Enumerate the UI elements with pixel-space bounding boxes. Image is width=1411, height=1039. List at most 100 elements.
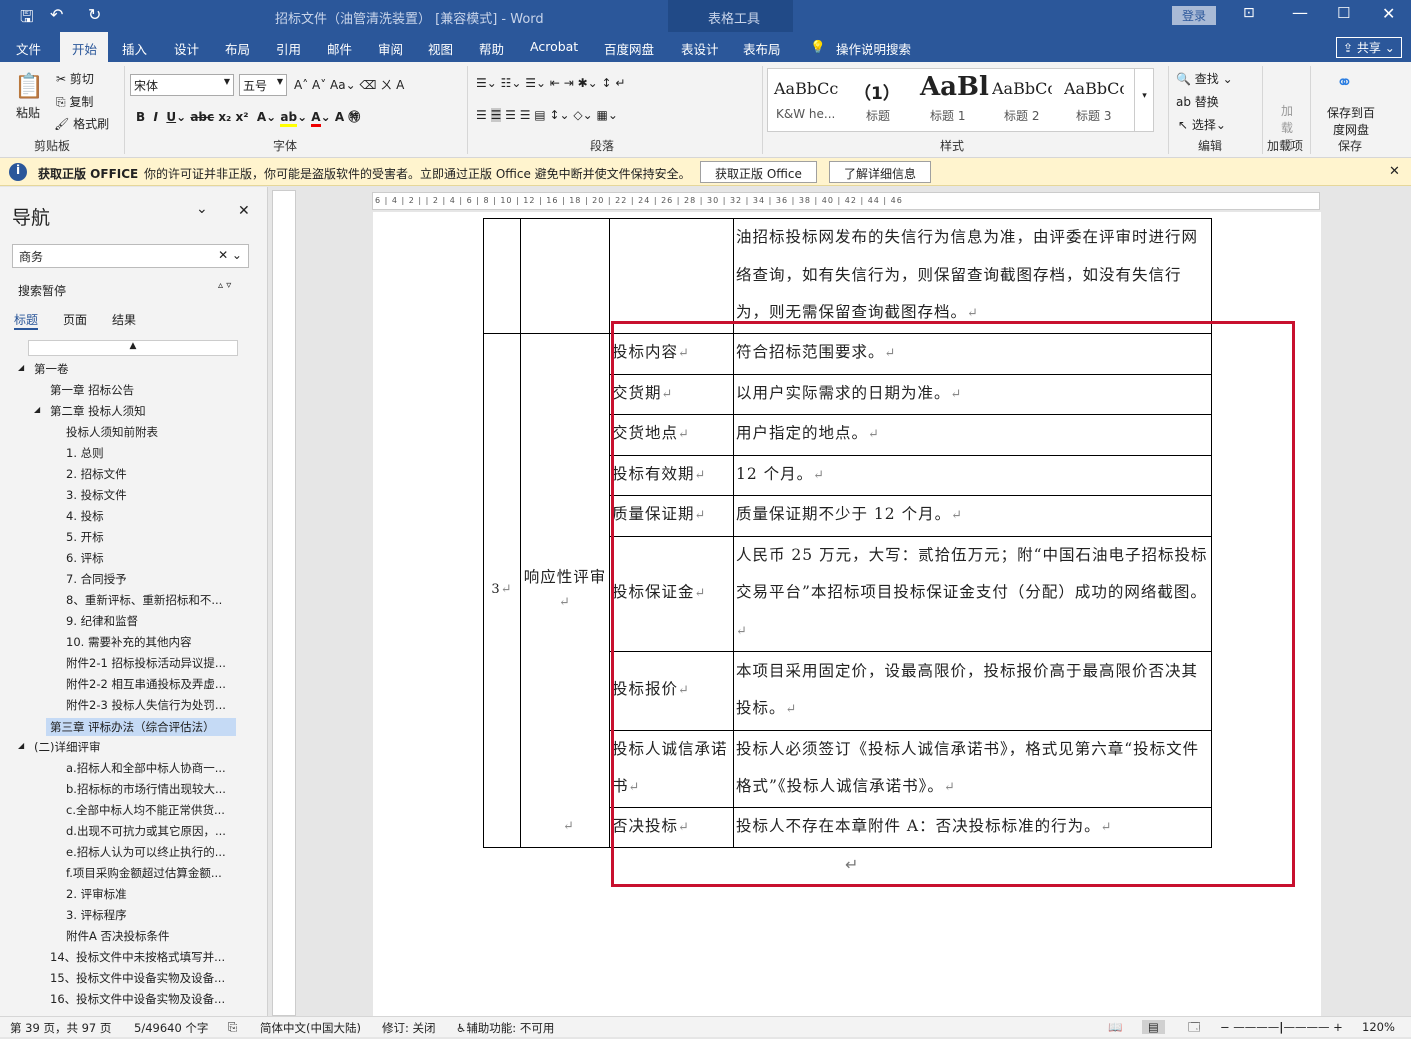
accessibility[interactable]: ♿辅助功能: 不可用 (456, 1020, 554, 1036)
styles-more-button[interactable]: ▾ (1134, 69, 1154, 131)
maximize-button[interactable]: ☐ (1337, 4, 1350, 22)
result-nav-arrows[interactable]: ▵ ▿ (218, 280, 231, 291)
share-button[interactable]: ⇪ 共享 ⌄ (1336, 37, 1402, 58)
undo-icon[interactable]: ↶ (50, 5, 63, 24)
expand-icon[interactable]: ◢ (18, 363, 24, 372)
nav-heading-item[interactable]: 8、重新评标、重新招标和不... (66, 592, 222, 608)
nav-heading-item[interactable]: 9. 纪律和监督 (66, 613, 138, 629)
style-preview[interactable]: AaBl (920, 72, 989, 102)
nav-heading-item[interactable]: 15、投标文件中设备实物及设备... (50, 970, 225, 986)
nav-heading-item[interactable]: 7. 合同授予 (66, 571, 127, 587)
signin-button[interactable]: 登录 (1172, 6, 1217, 25)
close-button[interactable]: ✕ (1382, 4, 1395, 23)
index-cell[interactable]: 3↵ (483, 332, 521, 848)
read-mode-icon[interactable]: 📖 (1108, 1020, 1122, 1034)
nav-heading-item[interactable]: 2. 招标文件 (66, 466, 127, 482)
save-to-baidu-button[interactable]: 保存到百度网盘 (1324, 104, 1378, 138)
horizontal-ruler[interactable]: 6 | 4 | 2 | | 2 | 4 | 6 | 8 | 10 | 12 | … (372, 192, 1320, 210)
print-layout-icon[interactable]: ▤ (1142, 1020, 1165, 1034)
nav-heading-item[interactable]: d.出现不可抗力或其它原因，... (66, 823, 226, 839)
nav-heading-item[interactable]: e.招标人认为可以终止执行的... (66, 844, 226, 860)
format-painter-button[interactable]: 🖌 格式刷 (54, 115, 109, 132)
chevron-down-icon[interactable]: ⌄ (196, 201, 208, 217)
nav-heading-item[interactable]: b.招标标的市场行情出现较大... (66, 781, 226, 797)
style-preview[interactable]: AaBbCc (992, 79, 1052, 98)
nav-heading-item[interactable]: 2. 评审标准 (66, 886, 127, 902)
page-count[interactable]: 第 39 页，共 97 页 (10, 1020, 111, 1036)
style-preview[interactable]: AaBbCc (1064, 79, 1124, 98)
nav-heading-item[interactable]: 第三章 评标办法（综合评估法） (46, 718, 236, 736)
select-button[interactable]: ↖ 选择⌄ (1178, 116, 1226, 133)
ribbon-display-icon[interactable]: ⊡ (1243, 5, 1255, 21)
tab-results[interactable]: 结果 (112, 311, 136, 328)
find-button[interactable]: 🔍 查找 ⌄ (1176, 70, 1233, 87)
tab-mailings[interactable]: 邮件 (327, 39, 352, 58)
tab-layout[interactable]: 布局 (225, 39, 250, 58)
tell-me-search[interactable]: 操作说明搜索 (836, 39, 911, 58)
nav-heading-item[interactable]: 10. 需要补充的其他内容 (66, 634, 191, 650)
redo-icon[interactable]: ↻ (88, 5, 101, 24)
nav-heading-item[interactable]: f.项目采购金额超过估算金额... (66, 865, 222, 881)
style-preview[interactable]: （1） (854, 79, 900, 104)
nav-heading-item[interactable]: 附件2-2 相互串通投标及弄虚... (66, 676, 226, 692)
tab-view[interactable]: 视图 (428, 39, 453, 58)
nav-heading-item[interactable]: 第一章 招标公告 (50, 382, 134, 398)
expand-icon[interactable]: ◢ (18, 741, 24, 750)
nav-search-input[interactable]: 商务 ✕ ⌄ (12, 244, 249, 268)
get-genuine-button[interactable]: 获取正版 Office (700, 161, 817, 183)
tab-design[interactable]: 设计 (174, 39, 199, 58)
nav-heading-item[interactable]: 6. 评标 (66, 550, 104, 566)
font-name-select[interactable]: 宋体 ▼ (130, 74, 234, 96)
font-size-select[interactable]: 五号 ▼ (239, 74, 287, 96)
nav-heading-item[interactable]: 附件2-3 投标人失信行为处罚... (66, 697, 226, 713)
proofing-icon[interactable]: ⎘ (228, 1020, 237, 1035)
style-preview[interactable]: AaBbCc (774, 79, 838, 98)
font-size-buttons[interactable]: A˄ A˅ Aa⌄ ⌫ ㄨ A (294, 76, 404, 93)
nav-heading-item[interactable]: 附件A 否决投标条件 (66, 928, 170, 944)
language[interactable]: 简体中文(中国大陆) (260, 1020, 361, 1036)
minimize-button[interactable]: — (1292, 3, 1308, 22)
tab-file[interactable]: 文件 (16, 39, 41, 58)
tab-help[interactable]: 帮助 (479, 39, 504, 58)
font-format-buttons[interactable]: B I U⌄ abc x₂ x² A⌄ ab⌄ A⌄ A ㊕ (136, 108, 360, 127)
tab-insert[interactable]: 插入 (122, 39, 147, 58)
nav-heading-item[interactable]: 3. 评标程序 (66, 907, 127, 923)
nav-heading-item[interactable]: ◢ 第二章 投标人须知 (34, 403, 146, 419)
alignment-buttons[interactable]: ☰ ☰ ☰ ☰ ▤ ↕⌄ ◇⌄ ▦⌄ (476, 108, 618, 122)
tab-home[interactable]: 开始 (72, 39, 97, 58)
paste-button[interactable]: 粘贴 (16, 104, 40, 121)
copy-button[interactable]: ⎘ 复制 (56, 93, 93, 110)
paste-icon[interactable]: 📋 (14, 72, 44, 100)
close-icon[interactable]: ✕ (238, 203, 250, 219)
tab-table-design[interactable]: 表设计 (681, 39, 719, 58)
nav-heading-item[interactable]: 1. 总则 (66, 445, 104, 461)
tab-review[interactable]: 审阅 (378, 39, 403, 58)
tab-table-layout[interactable]: 表布局 (743, 39, 781, 58)
nav-heading-item[interactable]: 投标人须知前附表 (66, 424, 158, 440)
tab-references[interactable]: 引用 (276, 39, 301, 58)
tab-pages[interactable]: 页面 (63, 311, 87, 328)
track-changes[interactable]: 修订: 关闭 (382, 1020, 436, 1036)
nav-heading-item[interactable]: ◢ (二)详细评审 (18, 739, 100, 755)
word-count[interactable]: 5/49640 个字 (134, 1020, 208, 1036)
nav-heading-item[interactable]: c.全部中标人均不能正常供货... (66, 802, 225, 818)
nav-heading-item[interactable]: 16、投标文件中设备实物及设备... (50, 991, 225, 1007)
web-layout-icon[interactable]: 🗔 (1188, 1020, 1200, 1039)
list-buttons[interactable]: ☰⌄ ☷⌄ ☰⌄ ⇤ ⇥ ✱⌄ ↕ ↵ (476, 76, 625, 90)
zoom-level[interactable]: 120% (1362, 1020, 1395, 1034)
category-cell[interactable]: 响应性评审 ↵ ↵ (520, 332, 610, 848)
learn-more-button[interactable]: 了解详细信息 (829, 161, 932, 183)
nav-heading-item[interactable]: 附件2-1 招标投标活动异议提... (66, 655, 226, 671)
tab-headings[interactable]: 标题 (14, 311, 39, 330)
requirement-cell[interactable]: 油招标投标网发布的失信行为信息为准，由评委在评审时进行网络查询，如有失信行为，则… (733, 218, 1212, 334)
cut-button[interactable]: ✂ 剪切 (56, 70, 94, 87)
save-icon[interactable]: 🖫 (20, 6, 34, 33)
tab-acrobat[interactable]: Acrobat (530, 39, 578, 54)
scroll-up-button[interactable]: ▲ (28, 340, 238, 356)
nav-heading-item[interactable]: ◢ 第一卷 (18, 361, 69, 377)
replace-button[interactable]: ab 替换 (1176, 93, 1219, 110)
nav-heading-item[interactable]: 4. 投标 (66, 508, 104, 524)
nav-heading-item[interactable]: 5. 开标 (66, 529, 104, 545)
nav-heading-item[interactable]: 14、投标文件中未按格式填写并... (50, 949, 225, 965)
tab-baidu[interactable]: 百度网盘 (604, 39, 654, 58)
